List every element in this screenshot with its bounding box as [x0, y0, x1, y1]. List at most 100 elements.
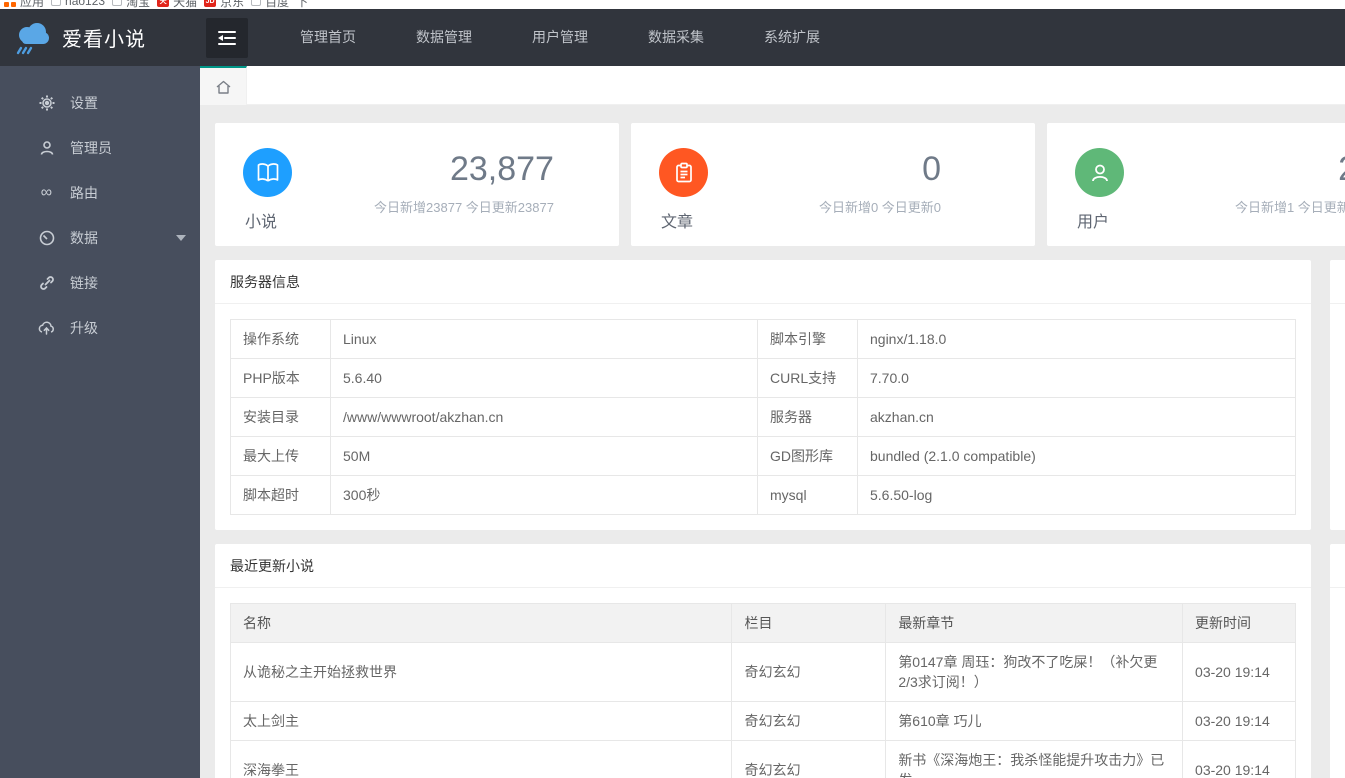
panel-title: 用: [1330, 260, 1345, 304]
app-header: 爱看小说 管理首页 数据管理 用户管理 数据采集 系统扩展: [0, 9, 1345, 66]
chevron-down-icon: [176, 234, 186, 241]
bookmark-label: 百度: [265, 0, 290, 9]
bookmark-baidu[interactable]: 百度: [251, 0, 289, 9]
bookmark-icon: [51, 0, 62, 6]
info-key: 最大上传: [230, 436, 331, 476]
novel-name[interactable]: 太上剑主: [229, 701, 733, 741]
sidebar-item-label: 设置: [70, 94, 98, 111]
bookmark-icon: [251, 0, 262, 6]
rain-cloud-logo-icon: [16, 22, 49, 54]
stat-value: 23,877: [449, 150, 554, 188]
info-value: 50M: [330, 436, 758, 476]
menu-collapse-icon: [218, 30, 236, 45]
sidebar-item-label: 路由: [70, 184, 98, 201]
server-info-table: 操作系统 Linux 脚本引擎 nginx/1.18.0 PHP版本 5.6.4…: [230, 319, 1296, 515]
stat-label: 小说: [245, 214, 278, 231]
table-row: 从诡秘之主开始拯救世界 奇幻玄幻 第0147章 周珏：狗改不了吃屎！（补欠更2/…: [229, 642, 1296, 702]
user-icon: [38, 139, 55, 156]
home-icon: [216, 80, 230, 94]
info-key: 安装目录: [230, 397, 331, 437]
bookmark-label: 下: [296, 0, 309, 9]
tab-home[interactable]: [200, 66, 247, 105]
user-icon: [1075, 148, 1124, 197]
table-row: 操作系统 Linux 脚本引擎 nginx/1.18.0: [230, 319, 1296, 359]
bookmark-icon: [112, 0, 123, 6]
bookmark-taobao[interactable]: 淘宝: [112, 0, 150, 9]
novel-chapter: 新书《深海炮王：我杀怪能提升攻击力》已发: [885, 740, 1184, 778]
bookmark-hao123[interactable]: hao123: [51, 0, 105, 8]
column-header-time: 更新时间: [1182, 603, 1296, 643]
sidebar-item-links[interactable]: 链接: [0, 260, 200, 305]
novel-category: 奇幻玄幻: [731, 642, 887, 702]
nav-item-user-mgmt[interactable]: 用户管理: [502, 9, 618, 66]
info-key: 服务器: [757, 397, 858, 437]
top-nav: 管理首页 数据管理 用户管理 数据采集 系统扩展: [270, 9, 850, 66]
recent-novels-panel: 最近更新小说 名称 栏目 最新章节 更新时间 从诡秘之主开始拯救世界 奇幻玄幻 …: [215, 544, 1311, 778]
nav-item-collect[interactable]: 数据采集: [618, 9, 734, 66]
sidebar-item-routes[interactable]: ∞ 路由: [0, 170, 200, 215]
stat-card-users: 用户 2 今日新增1 今日更新1: [1047, 123, 1345, 246]
column-header-category: 栏目: [731, 603, 887, 643]
novel-category: 奇幻玄幻: [731, 740, 887, 778]
bookmark-apps[interactable]: 应用: [4, 0, 44, 9]
table-row: 安装目录 /www/wwwroot/akzhan.cn 服务器 akzhan.c…: [230, 397, 1296, 437]
bookmark-label: 京东: [220, 0, 245, 9]
novel-chapter: 第610章 巧儿: [885, 701, 1184, 741]
bookmark-label: 天猫: [173, 0, 198, 9]
link-icon: [38, 274, 55, 291]
sidebar-item-label: 管理员: [70, 139, 112, 156]
novel-category: 奇幻玄幻: [731, 701, 887, 741]
table-row: 太上剑主 奇幻玄幻 第610章 巧儿 03-20 19:14: [229, 701, 1296, 741]
bookmark-jd[interactable]: JD 京东: [204, 0, 244, 9]
info-value: /www/wwwroot/akzhan.cn: [330, 397, 758, 437]
cloud-upload-icon: [38, 319, 55, 336]
sidebar-item-data[interactable]: 数据: [0, 215, 200, 260]
tab-bar: [200, 66, 1345, 105]
info-key: 操作系统: [230, 319, 331, 359]
info-key: GD图形库: [757, 436, 858, 476]
novel-time: 03-20 19:14: [1182, 642, 1296, 702]
column-header-chapter: 最新章节: [885, 603, 1184, 643]
browser-bookmarks-bar: 应用 hao123 淘宝 天 天猫 JD 京东 百度 下: [0, 0, 1345, 9]
info-value: akzhan.cn: [857, 397, 1296, 437]
sidebar-item-admins[interactable]: 管理员: [0, 125, 200, 170]
recent-novels-table: 名称 栏目 最新章节 更新时间 从诡秘之主开始拯救世界 奇幻玄幻 第0147章 …: [229, 603, 1296, 778]
book-icon: [243, 148, 292, 197]
sidebar-item-label: 升级: [70, 319, 98, 336]
info-key: mysql: [757, 475, 858, 515]
apps-grid-icon: [4, 0, 16, 7]
tmall-icon: 天: [157, 0, 170, 7]
table-row: 脚本超时 300秒 mysql 5.6.50-log: [230, 475, 1296, 515]
server-info-panel: 服务器信息 操作系统 Linux 脚本引擎 nginx/1.18.0 PHP版本…: [215, 260, 1311, 530]
stat-label: 文章: [661, 214, 694, 231]
stat-subtext: 今日新增0 今日更新0: [818, 200, 942, 215]
stat-subtext: 今日新增23877 今日更新23877: [374, 200, 554, 215]
nav-item-extend[interactable]: 系统扩展: [734, 9, 850, 66]
sidebar-item-upgrade[interactable]: 升级: [0, 305, 200, 350]
sidebar-item-settings[interactable]: 设置: [0, 80, 200, 125]
novel-name[interactable]: 从诡秘之主开始拯救世界: [229, 642, 733, 702]
panel-title: 人: [1330, 544, 1345, 588]
app-title: 爱看小说: [62, 29, 146, 51]
stat-card-articles: 文章 0 今日新增0 今日更新0: [631, 123, 1035, 246]
stat-value: 0: [922, 150, 942, 188]
clipboard-icon: [659, 148, 708, 197]
nav-item-home[interactable]: 管理首页: [270, 9, 386, 66]
sidebar-item-label: 链接: [70, 274, 98, 291]
gauge-icon: [38, 229, 55, 246]
stat-value: 2: [1235, 150, 1345, 188]
app-logo: 爱看小说: [0, 21, 200, 55]
main-content: 小说 23,877 今日新增23877 今日更新23877 文章 0 今日新增0…: [200, 105, 1345, 778]
info-key: PHP版本: [230, 358, 331, 398]
bookmark-more[interactable]: 下: [296, 0, 308, 9]
novel-time: 03-20 19:14: [1182, 740, 1296, 778]
sidebar-toggle-button[interactable]: [206, 17, 248, 58]
table-header-row: 名称 栏目 最新章节 更新时间: [229, 603, 1296, 643]
novel-name[interactable]: 深海拳王: [229, 740, 733, 778]
table-row: 深海拳王 奇幻玄幻 新书《深海炮王：我杀怪能提升攻击力》已发 03-20 19:…: [229, 740, 1296, 778]
nav-item-data-mgmt[interactable]: 数据管理: [386, 9, 502, 66]
clipped-right-panel-top: 用: [1330, 260, 1345, 530]
route-icon: ∞: [40, 183, 53, 201]
bookmark-tmall[interactable]: 天 天猫: [157, 0, 197, 9]
info-key: 脚本引擎: [757, 319, 858, 359]
